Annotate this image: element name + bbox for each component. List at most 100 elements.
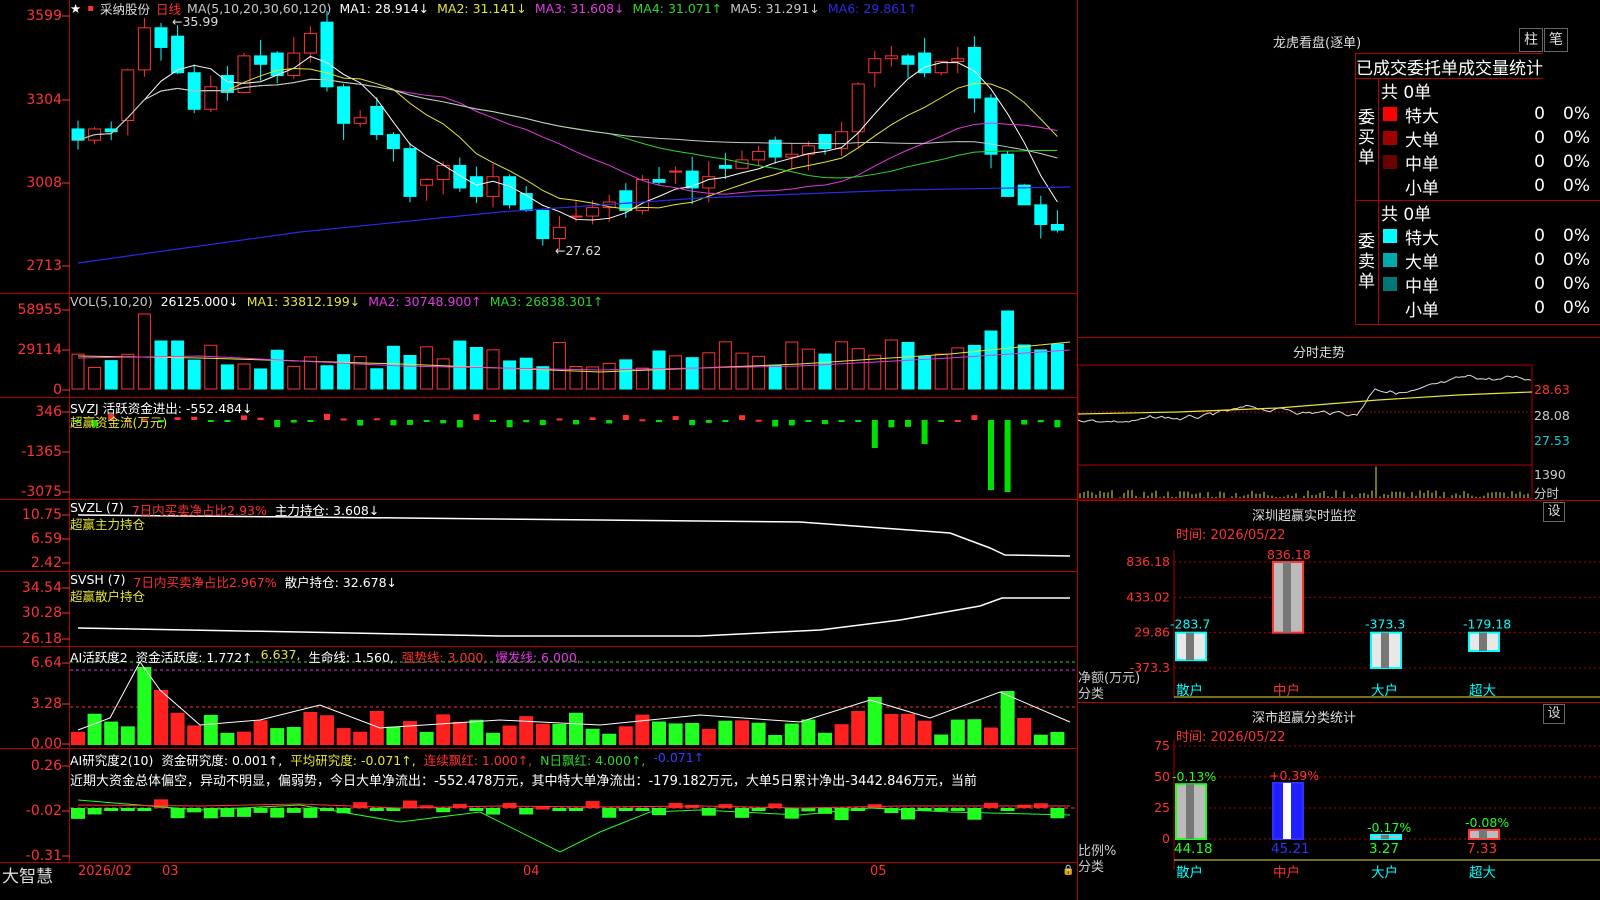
stats-axis-label: 0: [1162, 831, 1170, 846]
fund-flow-bar: [921, 420, 928, 444]
sz-stats-xlabel: 分类: [1078, 860, 1105, 875]
monitor-value-label: -179.18: [1463, 617, 1511, 632]
fund-flow-bar: [490, 420, 496, 422]
volume-bar: [88, 366, 102, 390]
order-count: 0: [1534, 176, 1545, 196]
volume-bar: [386, 345, 400, 390]
volume-bar: [287, 365, 301, 390]
volume-bar: [204, 344, 218, 390]
candle-body: [552, 226, 566, 240]
research-bar: [369, 808, 384, 811]
buy-orders-table: 共 0单 特大 0 0% 大单 0 0% 中单 0 0% 小单 0 0%: [1381, 78, 1600, 200]
activity-bar: [801, 719, 816, 745]
fund-flow-bar: [639, 419, 646, 422]
bar-mode-button[interactable]: 柱: [1519, 28, 1543, 52]
research-bar: [934, 808, 949, 811]
candle-body: [652, 179, 666, 183]
sz-monitor-chart[interactable]: 836.18 433.02 29.86 -373.3 -283.7 散户 836.18 中户 -…: [1078, 540, 1600, 700]
volume-bar: [801, 348, 815, 390]
header-item: 连续飘红: 1.000↑,: [423, 753, 533, 768]
order-type-label: 特大: [1405, 228, 1439, 249]
dragon-tiger-tabs: 已成交 委托单 成交量统计: [1356, 53, 1543, 79]
candle-body: [752, 150, 766, 161]
research-bar: [519, 808, 534, 815]
tab-orders[interactable]: 委托单: [1407, 54, 1458, 79]
sz-stats-settings-button[interactable]: 设: [1543, 704, 1565, 724]
intraday-title: 分时走势: [1293, 346, 1346, 361]
research-bar: [801, 808, 816, 812]
axis-tick-label: 6.59: [31, 531, 62, 547]
monitor-category-label: 超大: [1469, 683, 1496, 699]
activity-bar: [419, 731, 434, 745]
pen-mode-button[interactable]: 笔: [1544, 28, 1568, 52]
candle-body: [453, 164, 467, 189]
volume-bar: [420, 346, 434, 390]
activity-bar: [884, 713, 899, 745]
volume-bar: [187, 359, 201, 390]
axis-tick-label: 3008: [26, 175, 62, 191]
low-annotation: ←27.62: [555, 243, 602, 258]
activity-bar: [735, 720, 749, 745]
stats-value-label: 7.33: [1467, 841, 1497, 857]
monitor-category-label: 大户: [1371, 682, 1398, 699]
fund-flow-bar: [622, 414, 629, 420]
tab-filled[interactable]: 已成交: [1356, 54, 1407, 79]
ma-legend-item: MA6: 29.861↑: [827, 0, 918, 16]
stats-bar-shade: [1186, 784, 1194, 839]
header-item: 散户持仓: 32.678↓: [284, 575, 398, 590]
fund-flow-bar: [722, 420, 729, 422]
tab-volume-stats[interactable]: 成交量统计: [1458, 54, 1543, 79]
axis-tick-label: 30.28: [22, 605, 62, 621]
axis-tick-label: 0: [53, 382, 62, 398]
stats-bar: [1272, 781, 1304, 840]
activity-bar: [286, 726, 301, 745]
activity-bar: [270, 728, 285, 745]
axis-tick-label: 10.75: [22, 507, 62, 523]
volume-bar: [71, 353, 85, 390]
activity-bar: [237, 731, 251, 745]
star-icon[interactable]: ★: [70, 1, 81, 16]
candle-body: [320, 21, 334, 88]
volume-bar: [519, 357, 533, 390]
header-item: 6.637,: [260, 647, 301, 662]
volume-bar: [370, 368, 384, 390]
volume-bar: [884, 339, 898, 390]
activity-bar: [867, 697, 882, 745]
fund-flow-bar: [423, 420, 430, 422]
sz-stats-chart[interactable]: 75 50 25 0 -0.13% 44.18 散户 +0.39% 45.21 中户 -0.17% 3…: [1078, 740, 1600, 900]
activity-bar: [320, 715, 334, 745]
research-bar: [569, 808, 583, 811]
buy-side-label: 委买单: [1358, 108, 1375, 168]
fund-flow-bar: [705, 420, 712, 423]
header-item: 7日内买卖净占比2.967%: [133, 575, 277, 590]
activity-bar: [403, 721, 417, 745]
volume-bar: [503, 360, 517, 390]
volume-bar: [1001, 310, 1015, 390]
date-label: 03: [162, 864, 179, 879]
sell-side-label: 委卖单: [1358, 232, 1375, 292]
order-row: 特大 0 0%: [1381, 102, 1600, 127]
intraday-chart[interactable]: [1078, 360, 1600, 500]
stats-value-label: 3.27: [1369, 841, 1399, 857]
intraday-frame: [1078, 364, 1533, 500]
monitor-value-label: -283.7: [1170, 617, 1210, 632]
monitor-category-label: 中户: [1273, 682, 1300, 699]
candle-body: [370, 105, 384, 136]
fund-flow-bar: [290, 420, 297, 423]
research-bar: [403, 800, 417, 808]
sz-monitor-settings-button[interactable]: 设: [1543, 502, 1565, 522]
activity-bar: [834, 724, 849, 745]
research-bar: [784, 808, 799, 819]
fund-flow-bar: [689, 420, 696, 426]
activity-bar: [784, 723, 799, 745]
volume-bar: [868, 354, 882, 390]
activity-bar: [818, 732, 832, 745]
lock-icon[interactable]: 🔒: [1062, 865, 1074, 876]
color-swatch: [1383, 277, 1397, 291]
activity-bar: [917, 720, 932, 745]
more-icon[interactable]: ▪: [87, 3, 94, 14]
monitor-bar: [1175, 631, 1207, 662]
research-bar: [270, 808, 285, 818]
ai-research-header: AI研究度2(10) 资金研究度: 0.001↑, 平均研究度: -0.071↑, 连…: [70, 750, 704, 769]
fund-flow-bar: [340, 418, 347, 421]
